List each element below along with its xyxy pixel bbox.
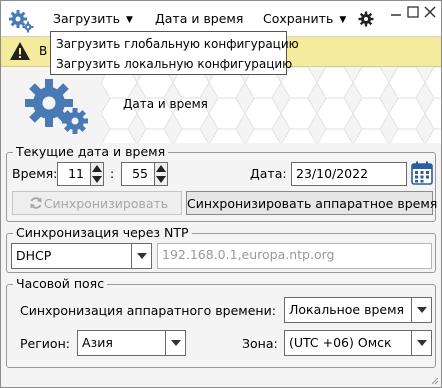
chevron-down-icon: ▼ xyxy=(126,15,133,25)
region-select[interactable]: Азия xyxy=(77,330,186,356)
minimize-icon[interactable] xyxy=(389,5,403,19)
menu-item-load-local[interactable]: Загрузить локальную конфигурацию xyxy=(56,57,292,71)
warning-triangle-icon xyxy=(10,42,30,60)
settings-gear-icon[interactable] xyxy=(358,11,374,27)
timezone-group-title: Часовой пояс xyxy=(13,276,108,291)
close-icon[interactable] xyxy=(423,5,437,19)
date-label: Дата: xyxy=(250,166,287,181)
hour-spinner-icon[interactable] xyxy=(90,162,104,186)
menu-item-load-global[interactable]: Загрузить глобальную конфигурацию xyxy=(56,37,299,51)
ntp-mode-select[interactable]: DHCP xyxy=(11,243,152,269)
ntp-group: Синхронизация через NTP DHCP 192.168.0.1… xyxy=(6,225,436,273)
calendar-icon[interactable] xyxy=(411,161,433,185)
hw-sync-label: Синхронизация аппаратного времени: xyxy=(20,303,276,318)
sync-button-label: Синхронизировать xyxy=(43,196,169,211)
zone-select[interactable]: (UTC +06) Омск xyxy=(284,330,432,356)
time-label: Время: xyxy=(12,166,58,181)
menu-load-label: Загрузить xyxy=(53,11,120,26)
menu-save-label: Сохранить xyxy=(263,11,334,26)
resize-grip-icon[interactable] xyxy=(429,375,439,385)
chevron-down-icon xyxy=(165,331,185,355)
ntp-group-title: Синхронизация через NTP xyxy=(13,225,192,240)
timezone-group: Часовой пояс Синхронизация аппаратного в… xyxy=(6,276,436,368)
sync-refresh-icon xyxy=(30,197,42,209)
zone-label: Зона: xyxy=(242,336,278,351)
ntp-servers-input[interactable]: 192.168.0.1,europa.ntp.org xyxy=(157,243,432,269)
current-datetime-group-title: Текущие дата и время xyxy=(13,144,169,159)
sync-hardware-time-button[interactable]: Синхронизировать аппаратное время xyxy=(186,191,437,215)
sync-button[interactable]: Синхронизировать xyxy=(12,191,182,215)
hour-input[interactable]: 11 xyxy=(57,162,91,186)
date-input[interactable]: 23/10/2022 xyxy=(291,162,407,186)
warning-text: В xyxy=(39,44,48,58)
chevron-down-icon: ▼ xyxy=(339,15,347,25)
current-datetime-group: Текущие дата и время Время: 11 : 55 Дата… xyxy=(6,144,437,222)
page-banner: Дата и время xyxy=(1,67,441,143)
datetime-gears-icon xyxy=(25,79,88,134)
region-value: Азия xyxy=(82,335,113,350)
minute-spinner-icon[interactable] xyxy=(154,162,168,186)
menu-datetime-label: Дата и время xyxy=(155,11,244,26)
menu-save[interactable]: Сохранить ▼ xyxy=(263,11,346,26)
hw-sync-value: Локальное время xyxy=(289,302,405,317)
menu-load[interactable]: Загрузить ▼ xyxy=(53,11,133,26)
hw-sync-select[interactable]: Локальное время xyxy=(284,297,432,323)
minute-input[interactable]: 55 xyxy=(121,162,155,186)
chevron-down-icon xyxy=(411,331,431,355)
chevron-down-icon xyxy=(411,298,431,322)
banner-title: Дата и время xyxy=(123,97,208,111)
app-gears-icon xyxy=(9,10,34,33)
time-separator: : xyxy=(110,166,115,181)
chevron-down-icon xyxy=(131,244,151,268)
region-label: Регион: xyxy=(20,336,70,351)
ntp-mode-value: DHCP xyxy=(16,248,52,263)
menu-datetime[interactable]: Дата и время xyxy=(155,11,243,26)
maximize-icon[interactable] xyxy=(406,5,420,19)
main-window: Загрузить ▼ Дата и время Сохранить ▼ В З… xyxy=(0,0,442,388)
load-dropdown-menu: Загрузить глобальную конфигурацию Загруз… xyxy=(50,31,299,75)
zone-value: (UTC +06) Омск xyxy=(289,335,392,350)
